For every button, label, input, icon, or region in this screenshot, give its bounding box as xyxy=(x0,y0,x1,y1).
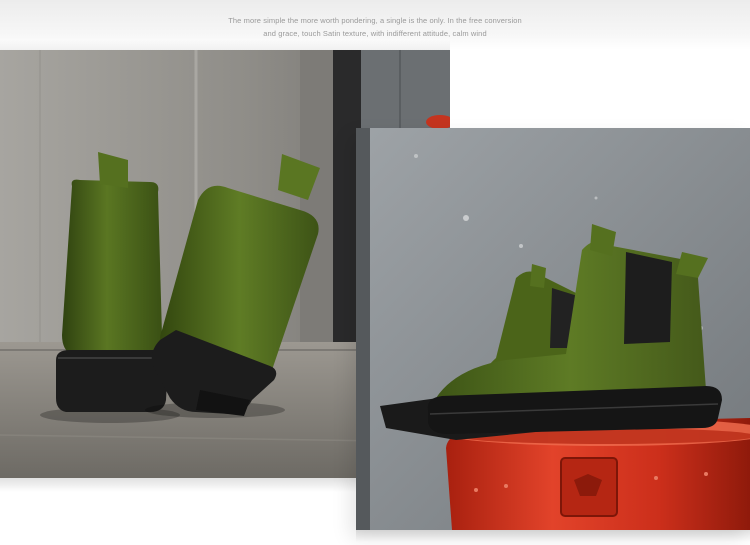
product-tagline: The more simple the more worth pondering… xyxy=(0,14,750,40)
photo-top-shadow xyxy=(0,40,450,50)
left-photo-shadow xyxy=(0,478,356,492)
tagline-line-2: and grace, touch Satin texture, with ind… xyxy=(263,29,487,38)
tagline-line-1: The more simple the more worth pondering… xyxy=(228,16,522,25)
right-photo-shadow xyxy=(356,530,750,542)
boots-on-red-drum-photo xyxy=(356,128,750,530)
